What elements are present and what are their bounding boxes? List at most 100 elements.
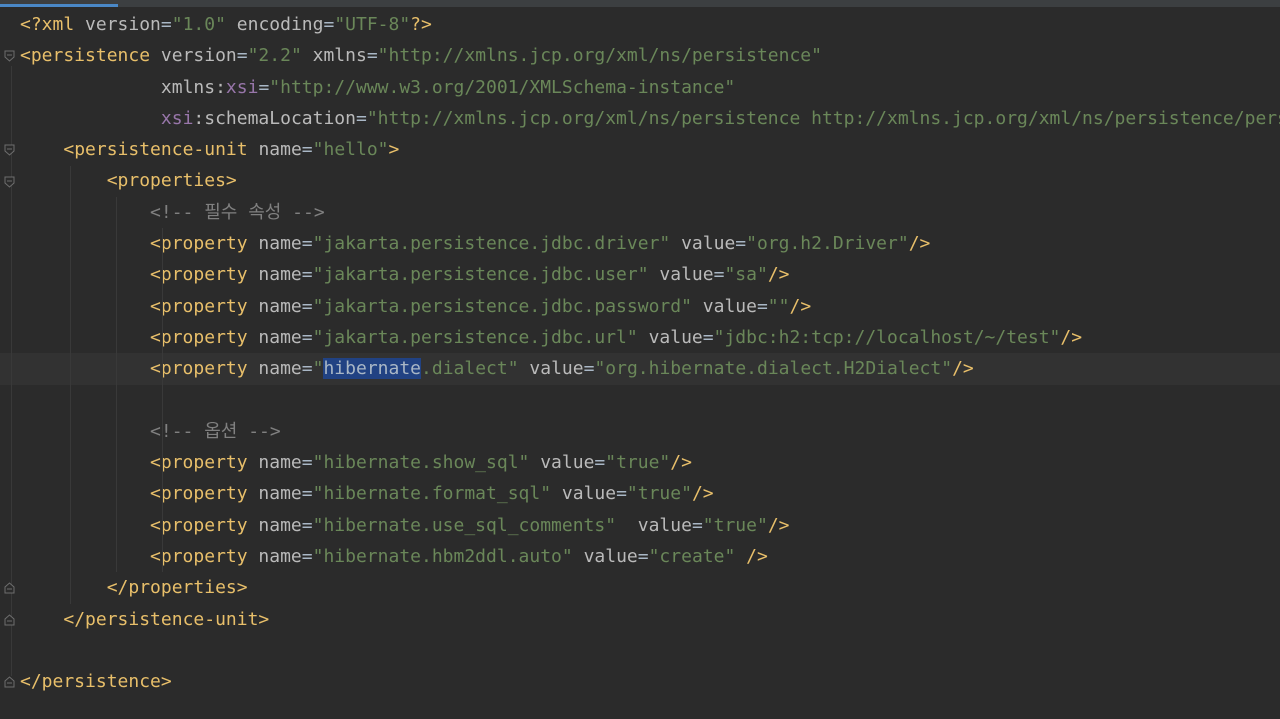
code-token: value bbox=[637, 514, 692, 536]
indent-guide bbox=[162, 228, 163, 573]
code-line[interactable]: <property name="hibernate.format_sql" va… bbox=[20, 478, 1280, 509]
code-token: <property bbox=[150, 295, 259, 317]
code-token: name bbox=[258, 295, 302, 317]
fold-marker-icon[interactable] bbox=[4, 144, 15, 156]
code-token: value bbox=[681, 233, 736, 255]
code-line[interactable]: <?xml version="1.0" encoding="UTF-8"?> bbox=[20, 9, 1280, 40]
code-line[interactable]: <property name="hibernate.hbm2ddl.auto" … bbox=[20, 541, 1280, 572]
fold-marker-icon[interactable] bbox=[4, 614, 15, 626]
fold-marker-icon[interactable] bbox=[4, 676, 15, 688]
code-token: = bbox=[301, 139, 313, 161]
code-line[interactable]: </properties> bbox=[20, 572, 1280, 603]
code-token: = bbox=[616, 483, 627, 505]
code-line[interactable]: <!-- 필수 속성 --> bbox=[20, 197, 1280, 228]
code-token: "jdbc:h2:tcp://localhost/~/test" bbox=[713, 326, 1061, 348]
code-token: = bbox=[323, 14, 335, 35]
code-token: :schemaLocation bbox=[193, 107, 356, 129]
code-token: /> bbox=[767, 264, 790, 286]
code-token: <persistence bbox=[20, 45, 161, 67]
code-token: name bbox=[258, 139, 302, 161]
selected-text: hibernate bbox=[323, 358, 422, 380]
code-line[interactable]: xmlns:xsi="http://www.w3.org/2001/XMLSch… bbox=[20, 72, 1280, 103]
code-token: "org.hibernate.dialect.H2Dialect" bbox=[594, 358, 953, 380]
code-line[interactable]: <property name="hibernate.show_sql" valu… bbox=[20, 447, 1280, 478]
code-token: = bbox=[301, 264, 313, 286]
fold-marker-icon[interactable] bbox=[4, 50, 15, 62]
code-token: <property bbox=[150, 233, 259, 255]
code-token: value bbox=[540, 452, 595, 474]
code-token: value bbox=[702, 295, 757, 317]
code-token: value bbox=[583, 546, 638, 568]
code-token: ?> bbox=[410, 14, 432, 35]
code-token: xsi bbox=[160, 107, 194, 129]
code-token: xmlns bbox=[312, 45, 367, 67]
code-line[interactable]: <!-- 옵션 --> bbox=[20, 416, 1280, 447]
code-token: /> bbox=[670, 452, 692, 474]
code-token: "hibernate.format_sql" bbox=[312, 483, 552, 505]
code-line[interactable]: <property name="jakarta.persistence.jdbc… bbox=[20, 291, 1280, 322]
code-line[interactable]: <property name="jakarta.persistence.jdbc… bbox=[20, 259, 1280, 290]
code-token: .dialect" bbox=[421, 358, 519, 380]
code-token: "1.0" bbox=[171, 14, 226, 35]
code-line[interactable]: </persistence> bbox=[20, 666, 1280, 697]
code-token: > bbox=[388, 139, 400, 161]
code-token: = bbox=[301, 514, 313, 536]
code-token: value bbox=[648, 326, 703, 348]
code-line[interactable]: </persistence-unit> bbox=[20, 604, 1280, 635]
code-token: name bbox=[258, 326, 302, 348]
code-token: = bbox=[301, 233, 313, 255]
code-token: "true" bbox=[626, 483, 692, 505]
code-token: = bbox=[366, 45, 378, 67]
code-token: = bbox=[301, 358, 313, 380]
code-line[interactable]: <properties> bbox=[20, 165, 1280, 196]
code-token: version bbox=[160, 45, 237, 67]
code-line[interactable]: <persistence-unit name="hello"> bbox=[20, 134, 1280, 165]
code-token: = bbox=[301, 295, 313, 317]
code-token: = bbox=[735, 233, 747, 255]
code-token: = bbox=[301, 452, 313, 474]
code-token: " bbox=[312, 358, 324, 380]
code-line[interactable]: <property name="hibernate.use_sql_commen… bbox=[20, 510, 1280, 541]
code-token: = bbox=[713, 264, 725, 286]
code-line[interactable]: <persistence version="2.2" xmlns="http:/… bbox=[20, 40, 1280, 71]
code-token: encoding bbox=[236, 14, 324, 35]
code-token: = bbox=[355, 107, 367, 129]
code-token: /> bbox=[767, 514, 790, 536]
code-line[interactable]: <property name="jakarta.persistence.jdbc… bbox=[20, 228, 1280, 259]
code-token: "org.h2.Driver" bbox=[746, 233, 909, 255]
code-token: "hibernate.use_sql_comments" bbox=[312, 514, 617, 536]
code-token: "jakarta.persistence.jdbc.driver" bbox=[312, 233, 671, 255]
code-line[interactable]: xsi:schemaLocation="http://xmlns.jcp.org… bbox=[20, 103, 1280, 134]
code-token: "jakarta.persistence.jdbc.password" bbox=[312, 295, 692, 317]
code-line[interactable] bbox=[20, 385, 1280, 416]
fold-marker-icon[interactable] bbox=[4, 176, 15, 188]
code-token: = bbox=[301, 326, 313, 348]
code-editor[interactable]: <?xml version="1.0" encoding="UTF-8"?> <p… bbox=[0, 9, 1280, 698]
code-token: "sa" bbox=[724, 264, 768, 286]
code-token: "UTF-8" bbox=[334, 14, 411, 35]
code-line[interactable]: <property name="hibernate.dialect" value… bbox=[0, 353, 1280, 385]
code-token: = bbox=[301, 546, 313, 568]
code-line[interactable] bbox=[20, 635, 1280, 666]
code-token: xmlns: bbox=[160, 76, 226, 98]
code-token: /> bbox=[746, 546, 768, 568]
code-line[interactable]: <property name="jakarta.persistence.jdbc… bbox=[20, 322, 1280, 353]
code-token: "hibernate.hbm2ddl.auto" bbox=[312, 546, 573, 568]
code-token: <property bbox=[150, 452, 259, 474]
fold-marker-icon[interactable] bbox=[4, 582, 15, 594]
